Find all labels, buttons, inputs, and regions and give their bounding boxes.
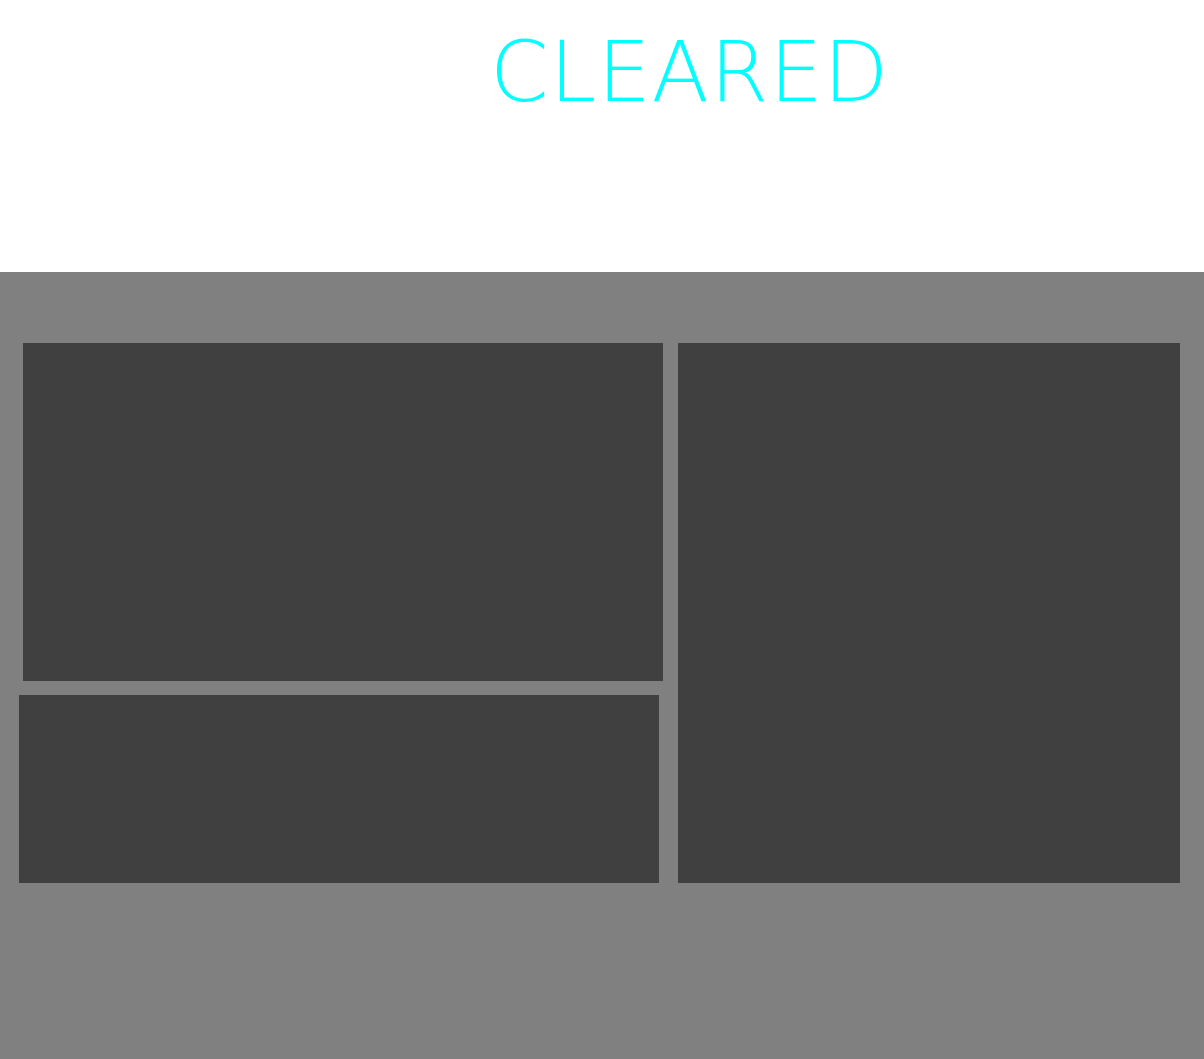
- cleared-status-text: CLEARED: [490, 23, 890, 121]
- top-left-panel: [23, 343, 663, 681]
- header-area: CLEARED: [0, 0, 1204, 272]
- bottom-left-panel: [19, 695, 659, 883]
- game-screen: CLEARED: [0, 0, 1204, 1059]
- game-board: [0, 272, 1204, 1059]
- right-panel: [678, 343, 1180, 883]
